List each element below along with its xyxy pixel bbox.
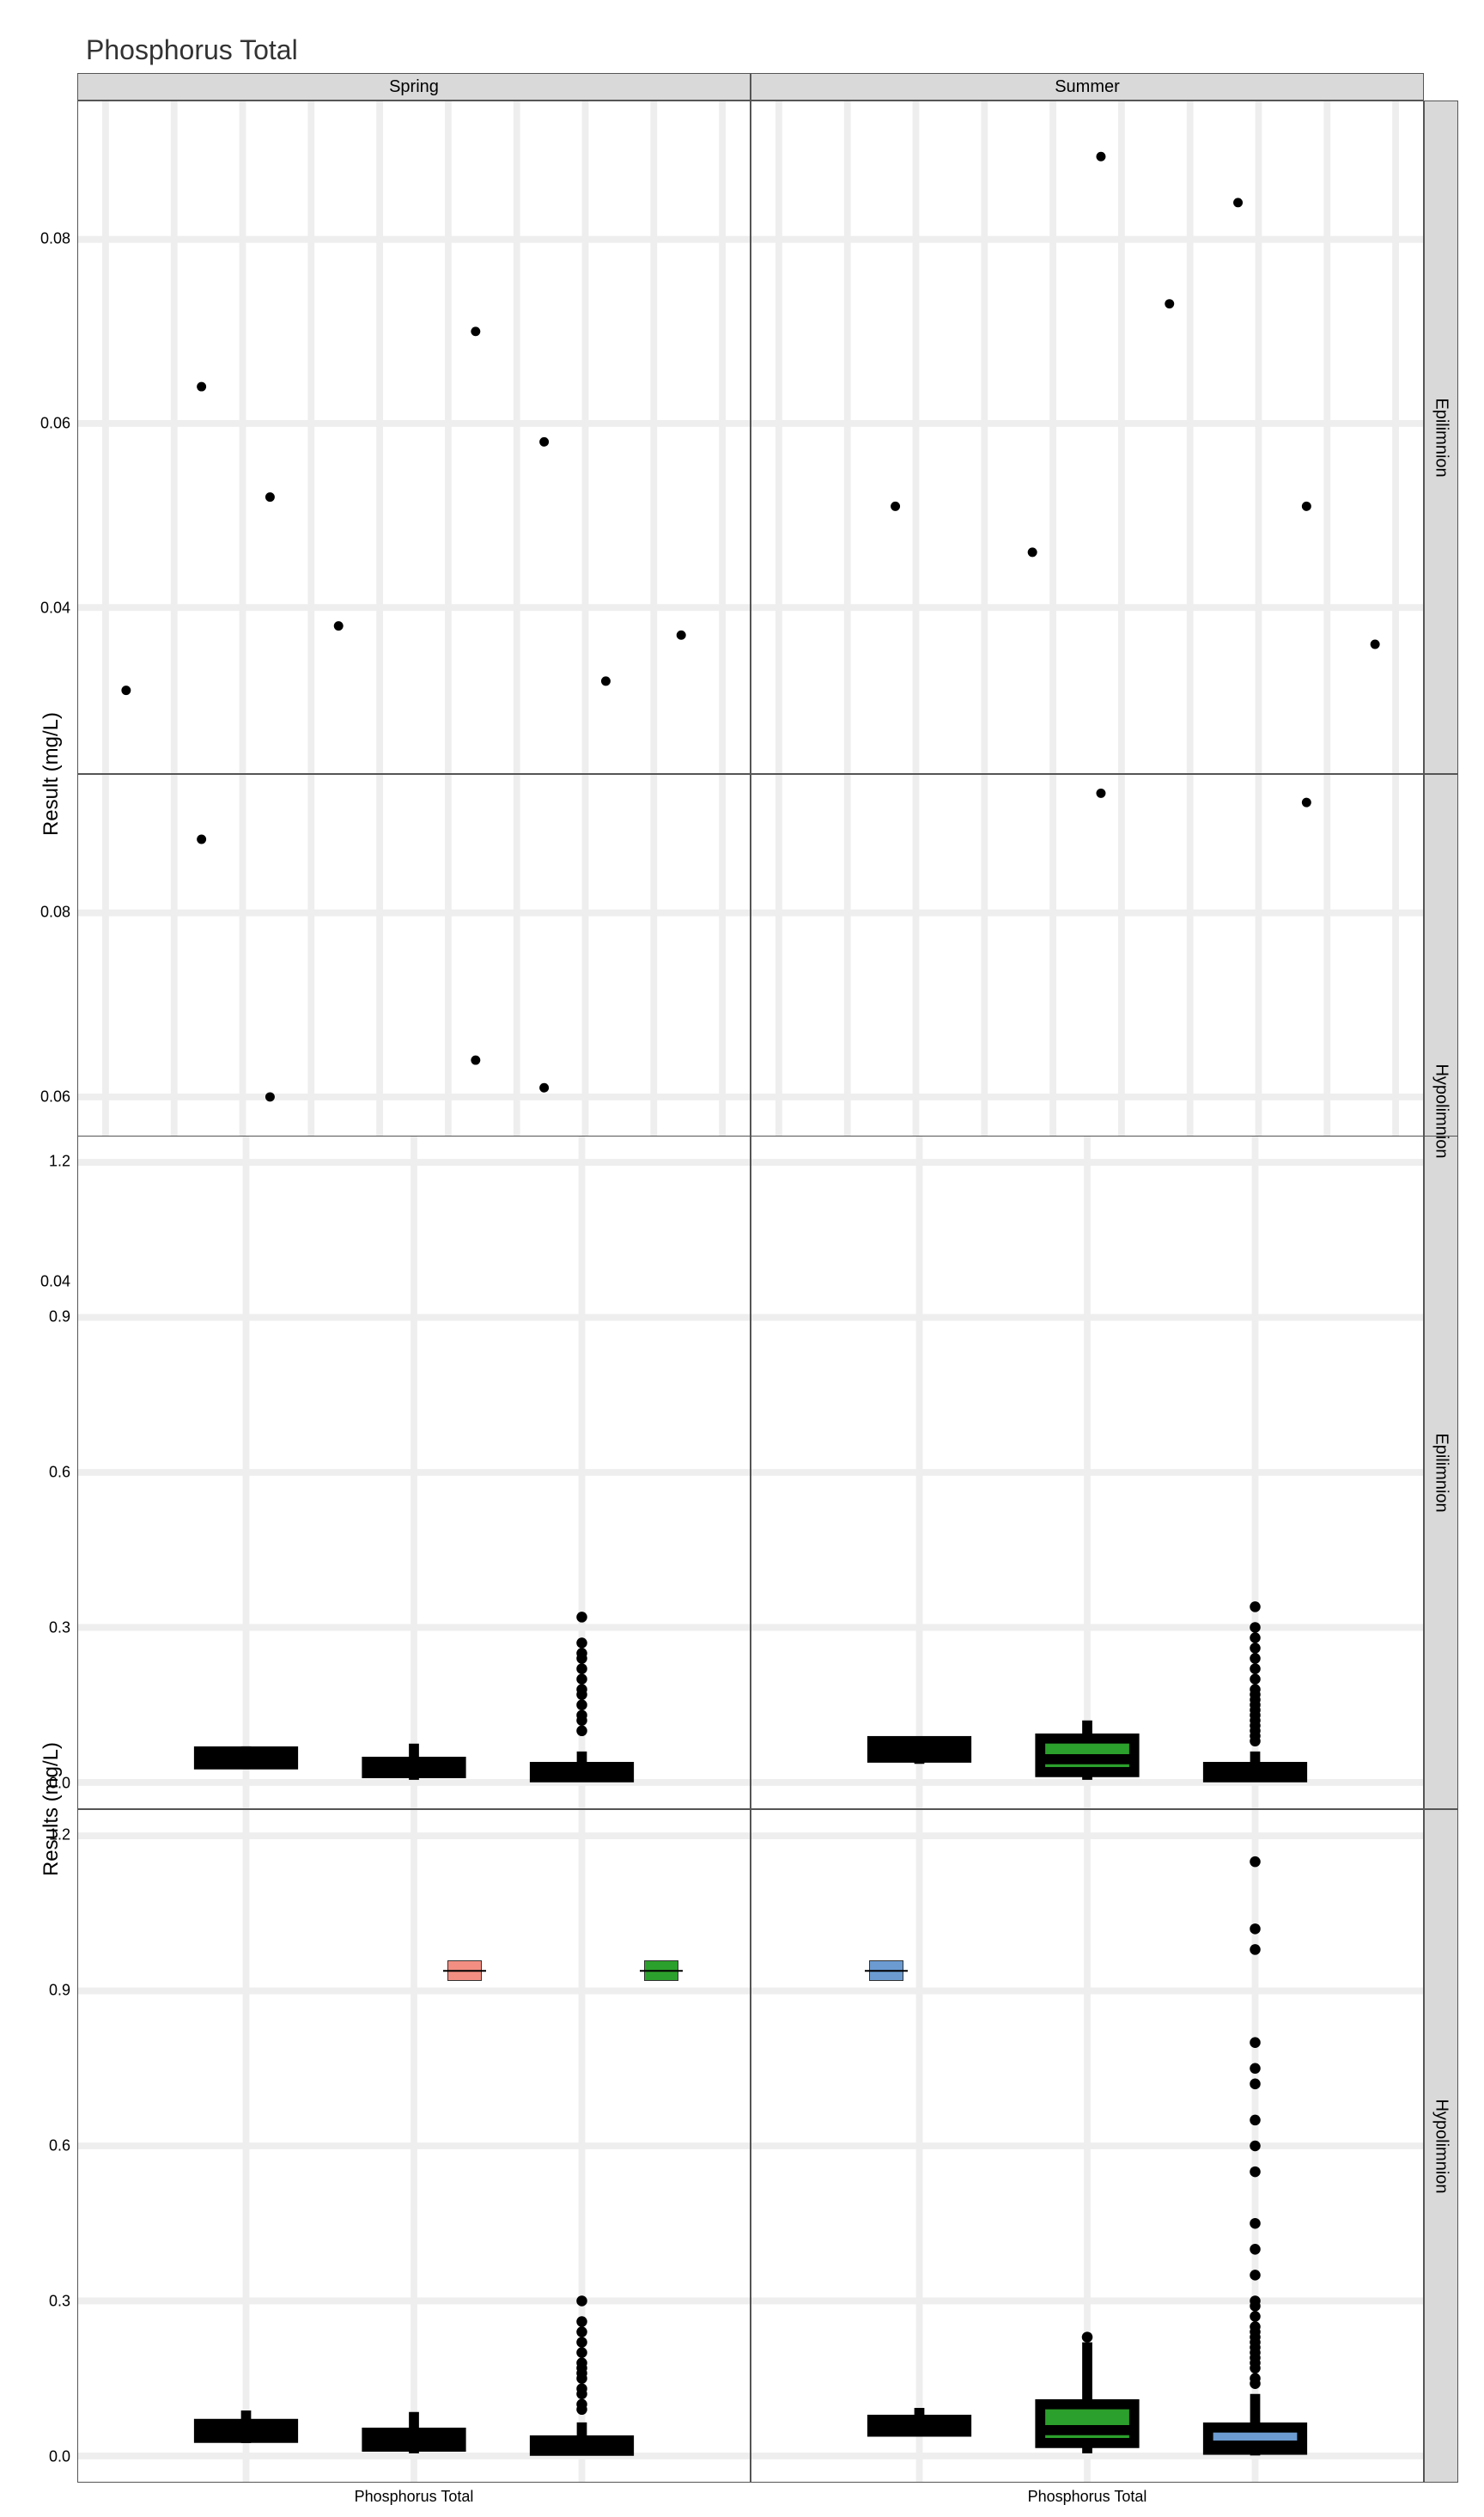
row-strip-epi: Epilimnion — [1424, 101, 1458, 774]
legend-swatch — [644, 1960, 678, 1981]
col-strip-summer: Summer — [751, 73, 1424, 101]
box-xlabel: Phosphorus Total — [355, 2488, 474, 2517]
scatter-panel — [751, 101, 1424, 774]
box-xlabel: Phosphorus Total — [1028, 2488, 1147, 2517]
box-panel — [751, 1136, 1424, 1809]
box-panel — [751, 1809, 1424, 2483]
box-xaxis: Phosphorus Total Phosphorus Total — [77, 2483, 1424, 2517]
row-strip-hypo: Hypolimnion — [1424, 1809, 1458, 2483]
scatter-title: Phosphorus Total — [86, 34, 1458, 66]
scatter-chart-block: Phosphorus Total Result (mg/L) Spring Su… — [26, 34, 1458, 1018]
box-facet-grid: Results (mg/L) Spring Summer Epilimnion … — [26, 1108, 1458, 1907]
scatter-panel — [77, 101, 751, 774]
legend-swatch — [447, 1960, 482, 1981]
box-chart-block: Comparison with Network Data Results (mg… — [26, 1070, 1458, 1907]
box-ylabel: Results (mg/L) — [26, 1136, 77, 2483]
scatter-facet-grid: Result (mg/L) Spring Summer Epilimnion H… — [26, 73, 1458, 1018]
col-strip-spring: Spring — [77, 73, 751, 101]
legend-swatch — [869, 1960, 903, 1981]
box-panel — [77, 1136, 751, 1809]
box-panel — [77, 1809, 751, 2483]
row-strip-epi: Epilimnion — [1424, 1136, 1458, 1809]
